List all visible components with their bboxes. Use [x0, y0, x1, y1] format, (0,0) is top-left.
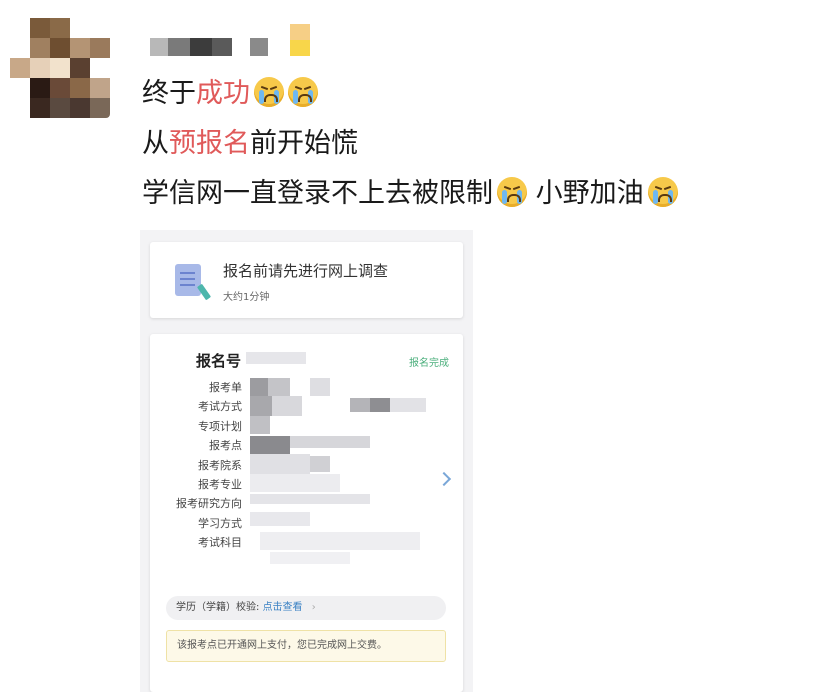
- post-text: 前开始慌: [250, 128, 358, 159]
- survey-document-icon: [175, 264, 212, 301]
- post-line-2: 从预报名前开始慌: [142, 126, 358, 162]
- field-label: 考试科目: [198, 536, 242, 550]
- payment-notice: 该报考点已开通网上支付，您已完成网上交费。: [166, 630, 446, 662]
- field-label: 考试方式: [198, 400, 242, 414]
- status-badge: 报名完成: [409, 358, 449, 369]
- crying-face-icon: [288, 77, 318, 107]
- chevron-right-icon: ›: [311, 602, 316, 613]
- crying-face-icon: [497, 177, 527, 207]
- field-label: 报考点: [209, 439, 242, 453]
- registration-number-title: 报名号: [196, 352, 242, 370]
- field-label: 报考院系: [198, 458, 242, 472]
- post-highlight: 成功: [196, 78, 250, 109]
- verification-row[interactable]: 学历（学籍）校验: 点击查看 ›: [166, 596, 446, 620]
- field-label: 专项计划: [198, 419, 242, 433]
- verify-label: 学历（学籍）校验:: [176, 602, 260, 613]
- attached-screenshot[interactable]: 报名前请先进行网上调查 大约1分钟 报名号 报名完成 报考单 考试方式 专项计划…: [140, 230, 473, 692]
- crying-face-icon: [254, 77, 284, 107]
- field-label: 报考单: [209, 381, 242, 394]
- registration-card[interactable]: 报名号 报名完成 报考单 考试方式 专项计划 报考点 报考院系 报考专业 报考研…: [150, 334, 463, 692]
- field-label: 报考研究方向: [176, 497, 242, 511]
- post-line-3: 学信网一直登录不上去被限制 小野加油: [142, 176, 678, 212]
- post-line-1: 终于成功: [142, 76, 318, 112]
- post-text: 终于: [142, 78, 196, 109]
- field-label: 学习方式: [198, 516, 242, 530]
- post-text: 从: [142, 128, 169, 159]
- field-label: 报考专业: [198, 478, 242, 492]
- post-text: 小野加油: [527, 178, 644, 209]
- avatar[interactable]: [10, 18, 110, 118]
- username-censored[interactable]: [150, 24, 320, 58]
- post-highlight: 预报名: [169, 128, 250, 159]
- survey-subtitle: 大约1分钟: [223, 292, 270, 303]
- survey-title: 报名前请先进行网上调查: [223, 262, 389, 280]
- crying-face-icon: [647, 177, 678, 207]
- post-text: 学信网一直登录不上去被限制: [142, 178, 493, 209]
- field-labels: 报考单 考试方式 专项计划 报考点 报考院系 报考专业 报考研究方向 学习方式 …: [176, 378, 242, 553]
- verify-link[interactable]: 点击查看: [263, 602, 303, 613]
- survey-card[interactable]: 报名前请先进行网上调查 大约1分钟: [150, 242, 463, 318]
- chevron-right-icon[interactable]: [436, 471, 452, 487]
